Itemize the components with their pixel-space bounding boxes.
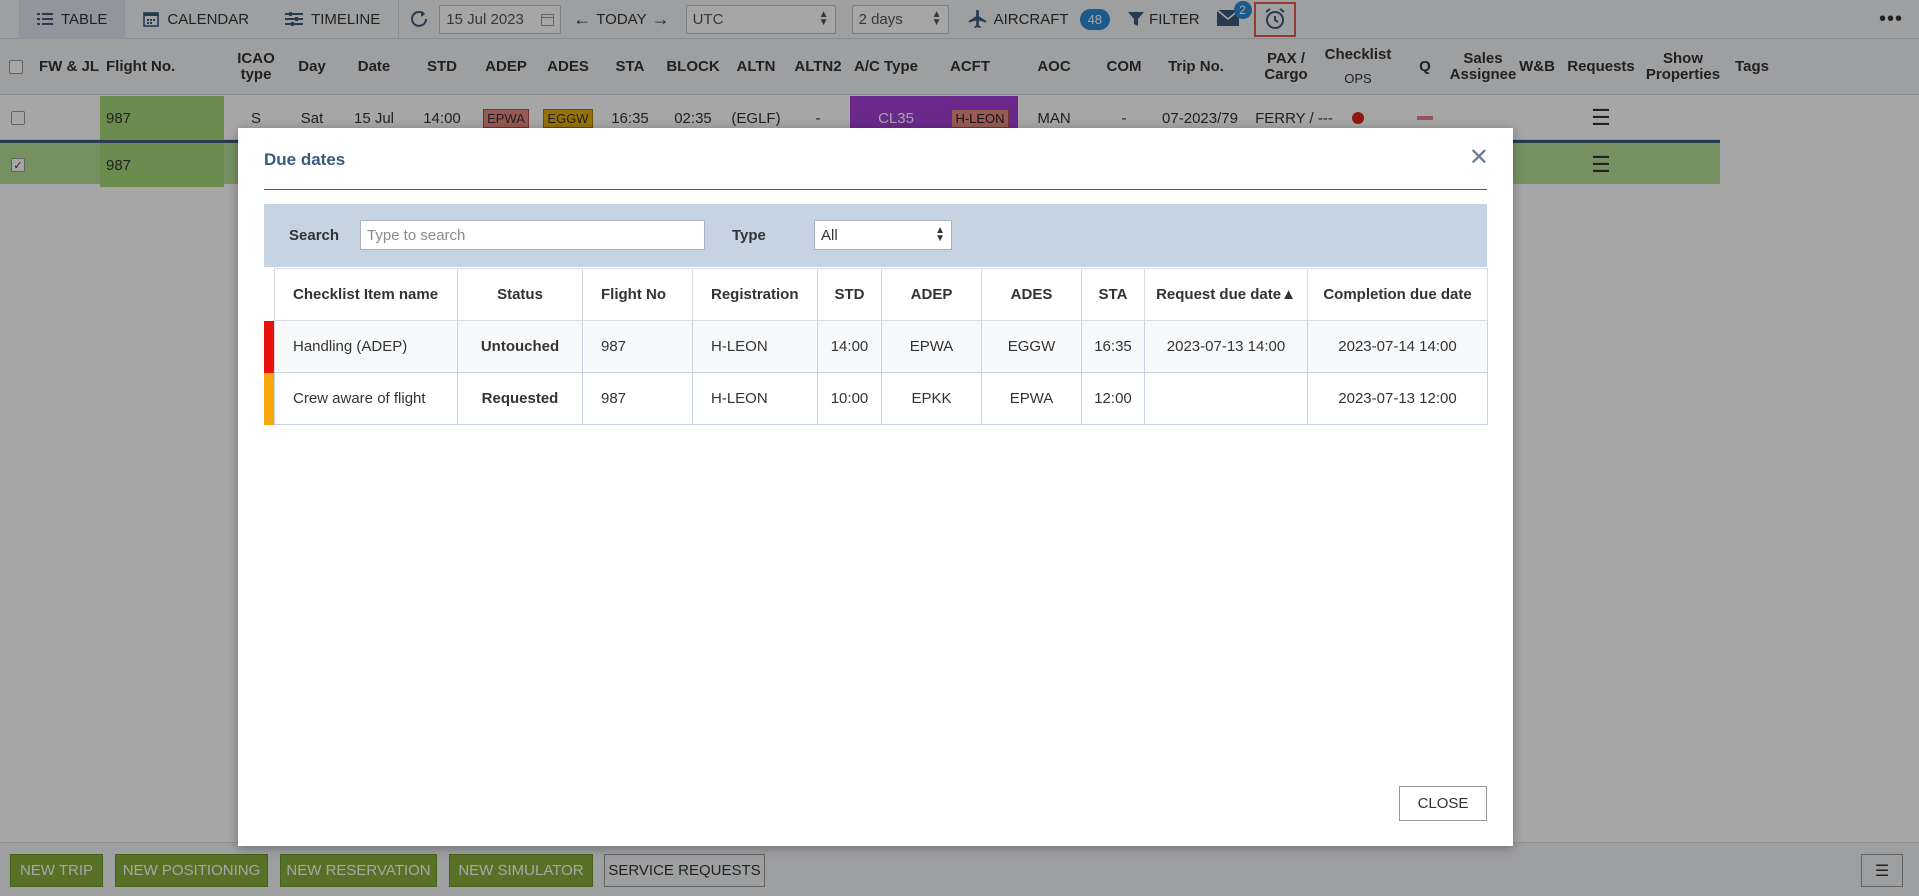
ades-cell: EGGW xyxy=(981,320,1082,373)
due-dates-modal: Due dates ✕ Search Type All ▲▼ Checklist… xyxy=(238,128,1513,846)
filter-bar: Search Type All ▲▼ xyxy=(264,204,1487,267)
col-header-ades[interactable]: ADES xyxy=(981,268,1082,321)
type-value: All xyxy=(821,226,838,244)
registration-cell: H-LEON xyxy=(692,320,818,373)
col-header-completion-due-date[interactable]: Completion due date xyxy=(1307,268,1488,321)
ades-cell: EPWA xyxy=(981,372,1082,425)
col-header-status[interactable]: Status xyxy=(457,268,583,321)
adep-cell: EPWA xyxy=(881,320,982,373)
sta-cell: 16:35 xyxy=(1081,320,1145,373)
select-arrows-icon: ▲ ▼ xyxy=(935,225,945,244)
search-label: Search xyxy=(289,227,340,244)
col-header-std[interactable]: STD xyxy=(817,268,882,321)
completion-due-cell: 2023-07-13 12:00 xyxy=(1307,372,1488,425)
item-name-cell: Crew aware of flight xyxy=(274,372,458,425)
col-header-flight-no[interactable]: Flight No xyxy=(582,268,693,321)
std-cell: 14:00 xyxy=(817,320,882,373)
sta-cell: 12:00 xyxy=(1081,372,1145,425)
type-label: Type xyxy=(732,227,766,244)
flight-no-cell: 987 xyxy=(582,320,693,373)
col-header-adep[interactable]: ADEP xyxy=(881,268,982,321)
status-cell: Untouched xyxy=(457,320,583,373)
request-due-cell: 2023-07-13 14:00 xyxy=(1144,320,1308,373)
adep-cell: EPKK xyxy=(881,372,982,425)
row-status-marker xyxy=(264,373,274,425)
item-name-cell: Handling (ADEP) xyxy=(274,320,458,373)
request-due-cell xyxy=(1144,372,1308,425)
status-cell: Requested xyxy=(457,372,583,425)
table-header-row: Checklist Item name Status Flight No Reg… xyxy=(274,268,1488,321)
close-icon[interactable]: ✕ xyxy=(1469,146,1489,170)
completion-due-cell: 2023-07-14 14:00 xyxy=(1307,320,1488,373)
col-header-item-name[interactable]: Checklist Item name xyxy=(274,268,458,321)
search-input[interactable] xyxy=(360,220,705,250)
due-dates-table: Checklist Item name Status Flight No Reg… xyxy=(274,268,1488,425)
table-row[interactable]: Handling (ADEP) Untouched 987 H-LEON 14:… xyxy=(274,320,1488,373)
flight-no-cell: 987 xyxy=(582,372,693,425)
col-header-sta[interactable]: STA xyxy=(1081,268,1145,321)
row-status-marker xyxy=(264,321,274,373)
title-divider xyxy=(264,189,1487,190)
col-header-request-due-date[interactable]: Request due date▲ xyxy=(1144,268,1308,321)
close-button[interactable]: CLOSE xyxy=(1399,786,1487,821)
type-select[interactable]: All ▲ ▼ xyxy=(814,220,952,250)
registration-cell: H-LEON xyxy=(692,372,818,425)
modal-title: Due dates xyxy=(264,150,346,169)
col-header-registration[interactable]: Registration xyxy=(692,268,818,321)
std-cell: 10:00 xyxy=(817,372,882,425)
table-row[interactable]: Crew aware of flight Requested 987 H-LEO… xyxy=(274,372,1488,425)
